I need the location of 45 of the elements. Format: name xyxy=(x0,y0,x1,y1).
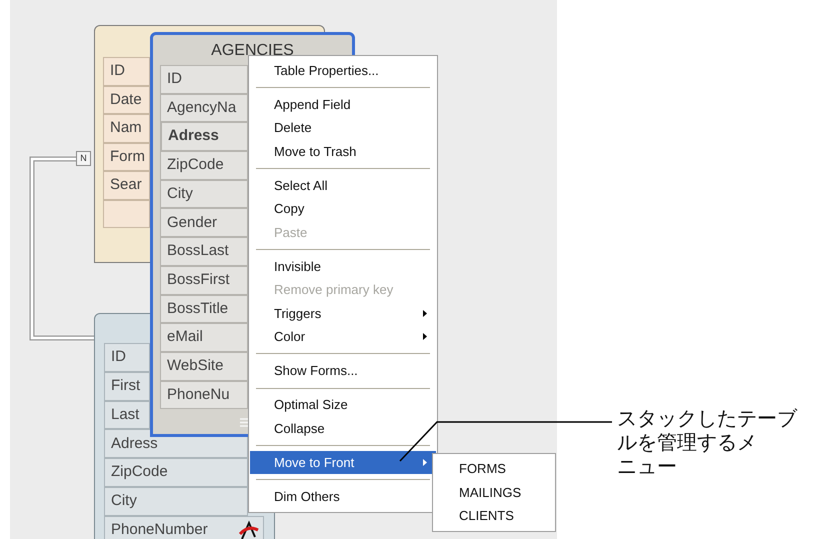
menu-item[interactable]: CLIENTS xyxy=(433,504,555,528)
menu-item[interactable]: Copy xyxy=(250,197,436,221)
field-row[interactable]: PhoneNumber xyxy=(104,516,264,539)
menu-item[interactable]: Move to Trash xyxy=(250,140,436,164)
curve-icon xyxy=(239,520,259,539)
field-row[interactable]: WebSite xyxy=(160,352,248,381)
menu-item[interactable]: Triggers xyxy=(250,302,436,325)
field-row[interactable]: PhoneNu xyxy=(160,380,248,410)
field-row[interactable]: Sear xyxy=(103,171,150,200)
table-title: AGENCIES xyxy=(210,41,295,61)
menu-item[interactable]: Select All xyxy=(250,174,436,198)
menu-item[interactable]: Show Forms... xyxy=(250,359,436,383)
field-row[interactable]: ID xyxy=(160,65,248,94)
field-row[interactable]: ID xyxy=(104,343,150,372)
field-row[interactable]: City xyxy=(160,180,248,208)
field-row[interactable]: BossFirst xyxy=(160,266,248,294)
field-row[interactable]: BossLast xyxy=(160,237,248,266)
menu-item[interactable]: Move to Front xyxy=(250,451,436,474)
field-row[interactable]: ZipCode xyxy=(104,458,248,487)
menu-item[interactable]: Color xyxy=(250,324,436,348)
field-row[interactable]: eMail xyxy=(160,323,248,352)
menu-item[interactable]: Dim Others xyxy=(250,485,436,509)
field-row[interactable]: First xyxy=(104,372,150,401)
grip-icon[interactable] xyxy=(240,418,248,427)
menu-item[interactable]: FORMS xyxy=(433,457,555,480)
field-row[interactable]: Gender xyxy=(160,208,248,238)
menu-item[interactable]: Delete xyxy=(250,116,436,140)
field-row[interactable]: ZipCode xyxy=(160,151,248,180)
menu-item[interactable]: Append Field xyxy=(250,93,436,117)
field-row[interactable]: AgencyNa xyxy=(160,94,248,122)
relation-badge: N xyxy=(76,151,91,166)
menu-item[interactable]: Optimal Size xyxy=(250,394,436,417)
menu-item[interactable]: MAILINGS xyxy=(433,480,555,504)
field-row[interactable]: Adress xyxy=(160,122,248,152)
field-row[interactable]: BossTitle xyxy=(160,294,248,324)
field-row[interactable]: Date xyxy=(103,86,150,114)
field-row[interactable]: Nam xyxy=(103,114,150,142)
menu-item[interactable]: Collapse xyxy=(250,416,436,440)
menu-item[interactable]: Invisible xyxy=(250,255,436,278)
field-row[interactable]: ID xyxy=(103,57,150,86)
field-row[interactable]: Last xyxy=(104,400,150,430)
menu-item[interactable]: Table Properties... xyxy=(250,59,436,82)
field-row[interactable]: Form xyxy=(103,142,150,171)
field-row[interactable]: City xyxy=(104,486,248,516)
annotation-text: スタックしたテーブルを管理するメニュー xyxy=(617,406,798,478)
